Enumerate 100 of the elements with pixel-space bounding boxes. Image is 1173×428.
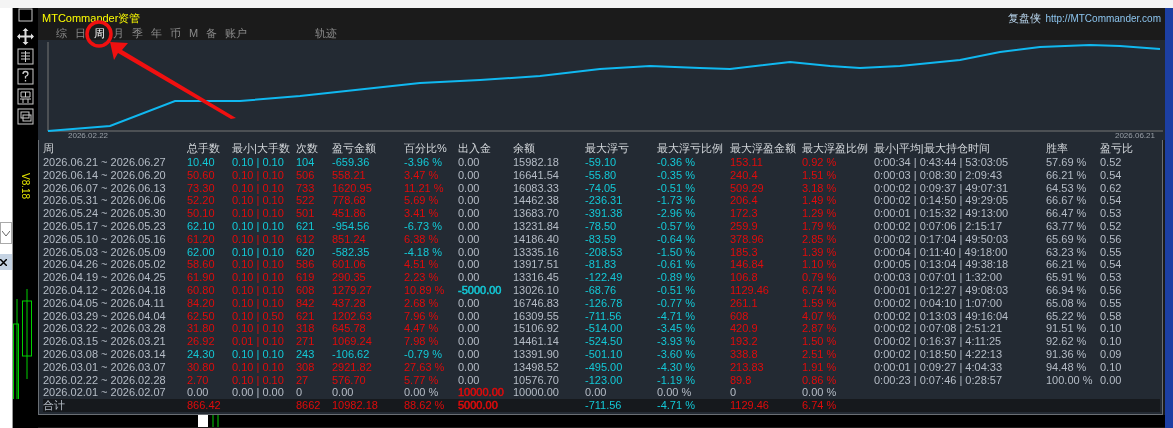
percent-cell: -3.96 % (404, 156, 458, 169)
tab[interactable]: 周 (94, 27, 105, 40)
ratio-cell-text: 0.55 (1100, 296, 1123, 310)
website-link[interactable]: http://MTCommander.com (1045, 11, 1161, 26)
trades-cell: 27 (296, 373, 332, 387)
trades-cell: 104 (296, 156, 332, 169)
trades-cell: 318 (296, 322, 332, 336)
clear-icon[interactable] (17, 48, 34, 65)
period-cell: 2026.02.01 ~ 2026.02.07 (43, 386, 187, 400)
win-rate-cell: 65.22 % (1046, 309, 1100, 323)
drawdown-percent-cell: -2.96 % (657, 207, 730, 220)
profit-cell: -582.35 (332, 245, 404, 259)
lot-range-cell: 0.10 | 0.10 (232, 271, 296, 284)
hold-time-cell: 0:00:01 | 0:09:27 | 4:04:33 (874, 360, 1046, 374)
trades-cell: 733 (296, 181, 332, 195)
dropdown-field[interactable] (0, 222, 12, 244)
float-profit-cell: 240.4 (730, 168, 802, 182)
drawdown-percent-cell: -0.57 % (657, 220, 730, 233)
caret-icon (2, 230, 10, 236)
tab[interactable]: 综 (56, 27, 67, 40)
drawdown-percent-cell: -3.93 % (657, 335, 730, 348)
window-icon[interactable] (17, 108, 34, 125)
deposit-cell: 0.00 (458, 232, 513, 246)
tab[interactable]: 年 (151, 27, 162, 40)
win-rate-cell: 66.21 % (1046, 168, 1100, 182)
tab[interactable]: 月 (113, 27, 124, 40)
percent-cell: -0.79 % (404, 347, 458, 361)
lots-cell: 0.00 (187, 386, 232, 400)
percent-cell: 3.47 % (404, 168, 458, 182)
ratio-cell-text: 0.10 (1100, 360, 1123, 374)
drawdown-percent-cell: -1.73 % (657, 194, 730, 208)
percent-cell: 0.00 % (404, 386, 458, 400)
lot-range-cell: 0.10 | 0.10 (232, 360, 296, 374)
float-profit-percent-cell: 1.79 % (802, 220, 874, 233)
profit-cell: 0.00 (332, 386, 404, 400)
period-cell: 2026.04.19 ~ 2026.04.25 (43, 271, 187, 284)
drawdown-cell: -78.50 (585, 220, 657, 233)
float-profit-percent-cell: 1.51 % (802, 168, 874, 182)
trades-cell: 620 (296, 245, 332, 259)
column-header: 最小|大手数 (232, 140, 296, 156)
float-profit-cell: 146.84 (730, 258, 802, 272)
tab[interactable]: 账户 (225, 27, 248, 40)
ratio-cell-text: 0.56 (1100, 283, 1123, 297)
tab[interactable]: 季 (132, 27, 143, 40)
percent-cell: 27.63 % (404, 360, 458, 374)
deposit-cell: 0.00 (458, 271, 513, 284)
deposit-cell: 0.00 (458, 220, 513, 233)
ratio-cell-text: 0.00 (1100, 373, 1123, 387)
float-profit-cell: 378.96 (730, 232, 802, 246)
lots-cell: 61.90 (187, 271, 232, 284)
float-profit-percent-cell: 0.92 % (802, 156, 874, 169)
balance-cell: 16083.33 (513, 181, 585, 195)
tab[interactable]: M (189, 27, 199, 40)
lots-cell: 31.80 (187, 322, 232, 336)
drawdown-percent-cell: -0.89 % (657, 271, 730, 284)
window-title: MTCommander资管 (42, 11, 141, 26)
balance-cell: 13316.45 (513, 271, 585, 284)
profit-cell: -106.62 (332, 347, 404, 361)
ratio-cell-text: 0.54 (1100, 168, 1123, 182)
deposit-cell: 0.00 (458, 156, 513, 169)
period-cell: 2026.05.24 ~ 2026.05.30 (43, 207, 187, 220)
column-header: 出入金 (458, 140, 513, 156)
tab[interactable]: 日 (75, 27, 86, 40)
lots-cell: 62.10 (187, 220, 232, 233)
drawdown-cell: -236.31 (585, 194, 657, 208)
profit-cell: 1279.27 (332, 283, 404, 297)
tab[interactable]: 备 (206, 27, 218, 40)
profit-cell: 290.35 (332, 271, 404, 284)
lot-range-cell: 0.10 | 0.10 (232, 258, 296, 272)
drawdown-cell: -55.80 (585, 168, 657, 182)
ratio-cell-text: 0.54 (1100, 258, 1123, 272)
percent-cell: -4.18 % (404, 245, 458, 259)
help-icon[interactable] (17, 68, 34, 85)
grid-icon[interactable] (17, 88, 34, 105)
win-rate-cell: 94.48 % (1046, 360, 1100, 374)
hold-time-cell: 0:00:03 | 0:07:01 | 1:32:00 (874, 271, 1046, 284)
square-icon[interactable] (17, 8, 34, 25)
lots-cell: 60.80 (187, 283, 232, 297)
hold-time-cell: 0:00:01 | 0:12:27 | 49:08:03 (874, 283, 1046, 297)
float-profit-percent-cell: 1.39 % (802, 245, 874, 259)
drawdown-percent-cell: -3.60 % (657, 347, 730, 361)
version-label: V8.18 (19, 173, 32, 200)
ratio-cell-text: 0.62 (1100, 181, 1123, 195)
tab[interactable]: 轨迹 (315, 27, 338, 40)
deposit-cell: 0.00 (458, 373, 513, 387)
hold-time-cell: 0:00:04 | 0:11:40 | 49:18:00 (874, 245, 1046, 259)
win-rate-cell: 100.00 % (1046, 373, 1100, 387)
float-profit-percent-cell: 1.59 % (802, 296, 874, 310)
close-icon[interactable] (0, 258, 7, 266)
period-cell: 2026.05.10 ~ 2026.05.16 (43, 232, 187, 246)
float-profit-cell: 172.3 (730, 207, 802, 220)
balance-cell: 13335.16 (513, 245, 585, 259)
win-rate-cell: 66.21 % (1046, 258, 1100, 272)
candlestick-drawing (198, 415, 219, 427)
trades-cell: 8662 (296, 399, 332, 412)
tab[interactable]: 币 (170, 27, 181, 40)
move-icon[interactable] (17, 28, 34, 45)
drawdown-percent-cell: -0.35 % (657, 168, 730, 182)
float-profit-percent-cell: 3.18 % (802, 181, 874, 195)
float-profit-percent-cell: 1.29 % (802, 207, 874, 220)
